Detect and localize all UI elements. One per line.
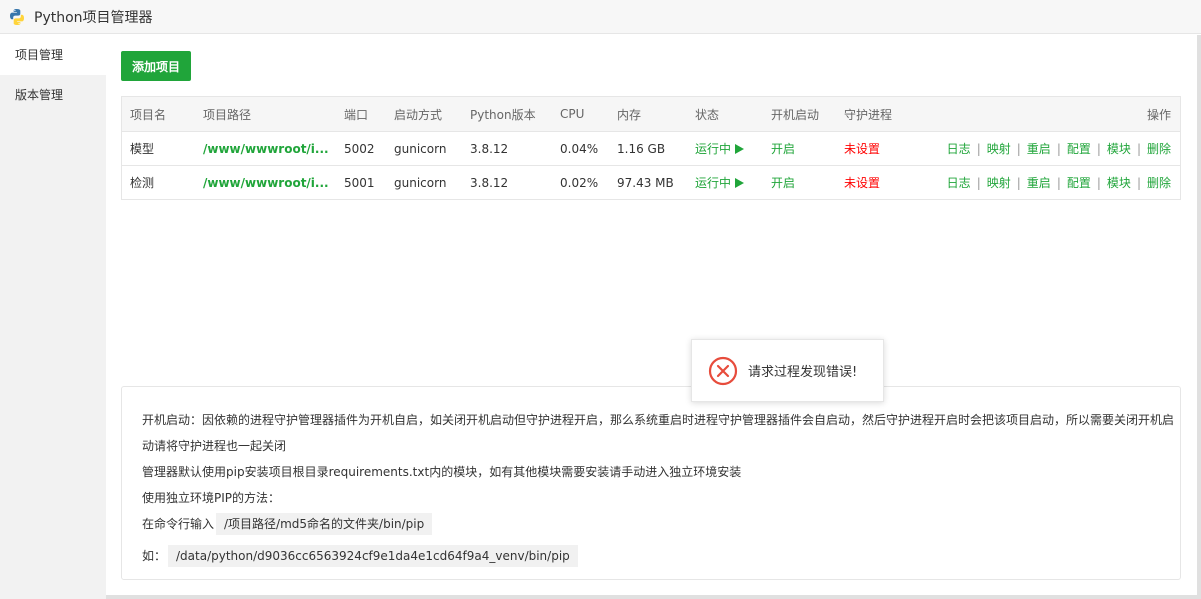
project-port: 5002: [344, 141, 375, 156]
example-line: 如：/data/python/d9036cc6563924cf9e1da4e1c…: [142, 543, 1180, 569]
header-boot[interactable]: 开机启动: [763, 106, 836, 123]
header-status[interactable]: 状态: [687, 106, 763, 123]
row-actions: 日志 | 映射 | 重启 | 配置 | 模块 | 删除: [946, 142, 1171, 156]
table-header: 项目名 项目路径 端口 启动方式 Python版本 CPU 内存 状态 开机启动…: [122, 97, 1180, 131]
log-link[interactable]: 日志: [947, 176, 971, 190]
bottom-edge: [106, 595, 1201, 599]
table-row: 检测 /www/wwwroot/i... 5001 gunicorn 3.8.1…: [122, 165, 1180, 199]
project-name: 检测: [130, 176, 155, 190]
header-daemon[interactable]: 守护进程: [836, 106, 922, 123]
boot-toggle[interactable]: 开启: [763, 140, 836, 157]
header-mem[interactable]: 内存: [609, 106, 687, 123]
example-code: /data/python/d9036cc6563924cf9e1da4e1cd6…: [168, 545, 578, 567]
project-mem: 97.43 MB: [617, 175, 674, 190]
project-path-link[interactable]: /www/wwwroot/i...: [195, 142, 336, 156]
add-project-button[interactable]: 添加项目: [121, 51, 191, 81]
project-method: gunicorn: [394, 175, 447, 190]
header-cpu[interactable]: CPU: [552, 107, 609, 121]
restart-link[interactable]: 重启: [1027, 176, 1051, 190]
header-path[interactable]: 项目路径: [195, 106, 336, 123]
error-toast: 请求过程发现错误!: [691, 339, 884, 402]
config-link[interactable]: 配置: [1067, 176, 1091, 190]
python-logo-icon: [10, 8, 24, 25]
mapping-link[interactable]: 映射: [987, 176, 1011, 190]
header-name[interactable]: 项目名: [122, 106, 195, 123]
boot-toggle[interactable]: 开启: [763, 174, 836, 191]
daemon-setting[interactable]: 未设置: [836, 174, 922, 191]
restart-link[interactable]: 重启: [1027, 142, 1051, 156]
header-port[interactable]: 端口: [336, 106, 386, 123]
table-row: 模型 /www/wwwroot/i... 5002 gunicorn 3.8.1…: [122, 131, 1180, 165]
mapping-link[interactable]: 映射: [987, 142, 1011, 156]
scroll-edge: [1197, 35, 1201, 599]
title-bar: Python项目管理器: [0, 0, 1201, 34]
project-cpu: 0.02%: [560, 175, 599, 190]
project-mem: 1.16 GB: [617, 141, 666, 156]
project-port: 5001: [344, 175, 375, 190]
command-line: 在命令行输入/项目路径/md5命名的文件夹/bin/pip: [142, 511, 1180, 537]
module-link[interactable]: 模块: [1107, 176, 1131, 190]
help-line: 管理器默认使用pip安装项目根目录requirements.txt内的模块，如有…: [142, 465, 742, 479]
config-link[interactable]: 配置: [1067, 142, 1091, 156]
project-method: gunicorn: [394, 141, 447, 156]
sidebar-item-project-management[interactable]: 项目管理: [0, 35, 106, 75]
project-python: 3.8.12: [470, 175, 509, 190]
project-table: 项目名 项目路径 端口 启动方式 Python版本 CPU 内存 状态 开机启动…: [121, 96, 1181, 200]
play-icon: [735, 178, 745, 188]
header-python[interactable]: Python版本: [462, 106, 552, 123]
play-icon: [735, 144, 745, 154]
help-line: 使用独立环境PIP的方法：: [142, 491, 281, 505]
help-line: 动请将守护进程也一起关闭: [142, 439, 287, 453]
command-label: 在命令行输入: [142, 517, 215, 531]
example-label: 如：: [142, 549, 167, 563]
help-panel: 开机启动：因依赖的进程守护管理器插件为开机自启，如关闭开机启动但守护进程开启，那…: [121, 386, 1181, 580]
project-cpu: 0.04%: [560, 141, 599, 156]
delete-link[interactable]: 删除: [1147, 176, 1171, 190]
sidebar-item-version-management[interactable]: 版本管理: [0, 75, 106, 115]
sidebar: 项目管理 版本管理: [0, 35, 106, 599]
status-label: 运行中: [695, 176, 732, 190]
help-line: 开机启动：因依赖的进程守护管理器插件为开机自启，如关闭开机启动但守护进程开启，那…: [142, 413, 1175, 427]
command-code: /项目路径/md5命名的文件夹/bin/pip: [216, 513, 433, 535]
header-method[interactable]: 启动方式: [386, 106, 462, 123]
status-toggle[interactable]: 运行中: [687, 140, 763, 157]
window-title: Python项目管理器: [34, 9, 153, 26]
error-circle-icon: [708, 356, 738, 385]
project-python: 3.8.12: [470, 141, 509, 156]
module-link[interactable]: 模块: [1107, 142, 1131, 156]
daemon-setting[interactable]: 未设置: [836, 140, 922, 157]
toast-message: 请求过程发现错误!: [748, 365, 858, 380]
delete-link[interactable]: 删除: [1147, 142, 1171, 156]
project-name: 模型: [130, 142, 155, 156]
status-toggle[interactable]: 运行中: [687, 174, 763, 191]
row-actions: 日志 | 映射 | 重启 | 配置 | 模块 | 删除: [946, 176, 1171, 190]
header-ops: 操作: [1146, 107, 1171, 122]
log-link[interactable]: 日志: [947, 142, 971, 156]
status-label: 运行中: [695, 142, 732, 156]
project-path-link[interactable]: /www/wwwroot/i...: [195, 176, 336, 190]
